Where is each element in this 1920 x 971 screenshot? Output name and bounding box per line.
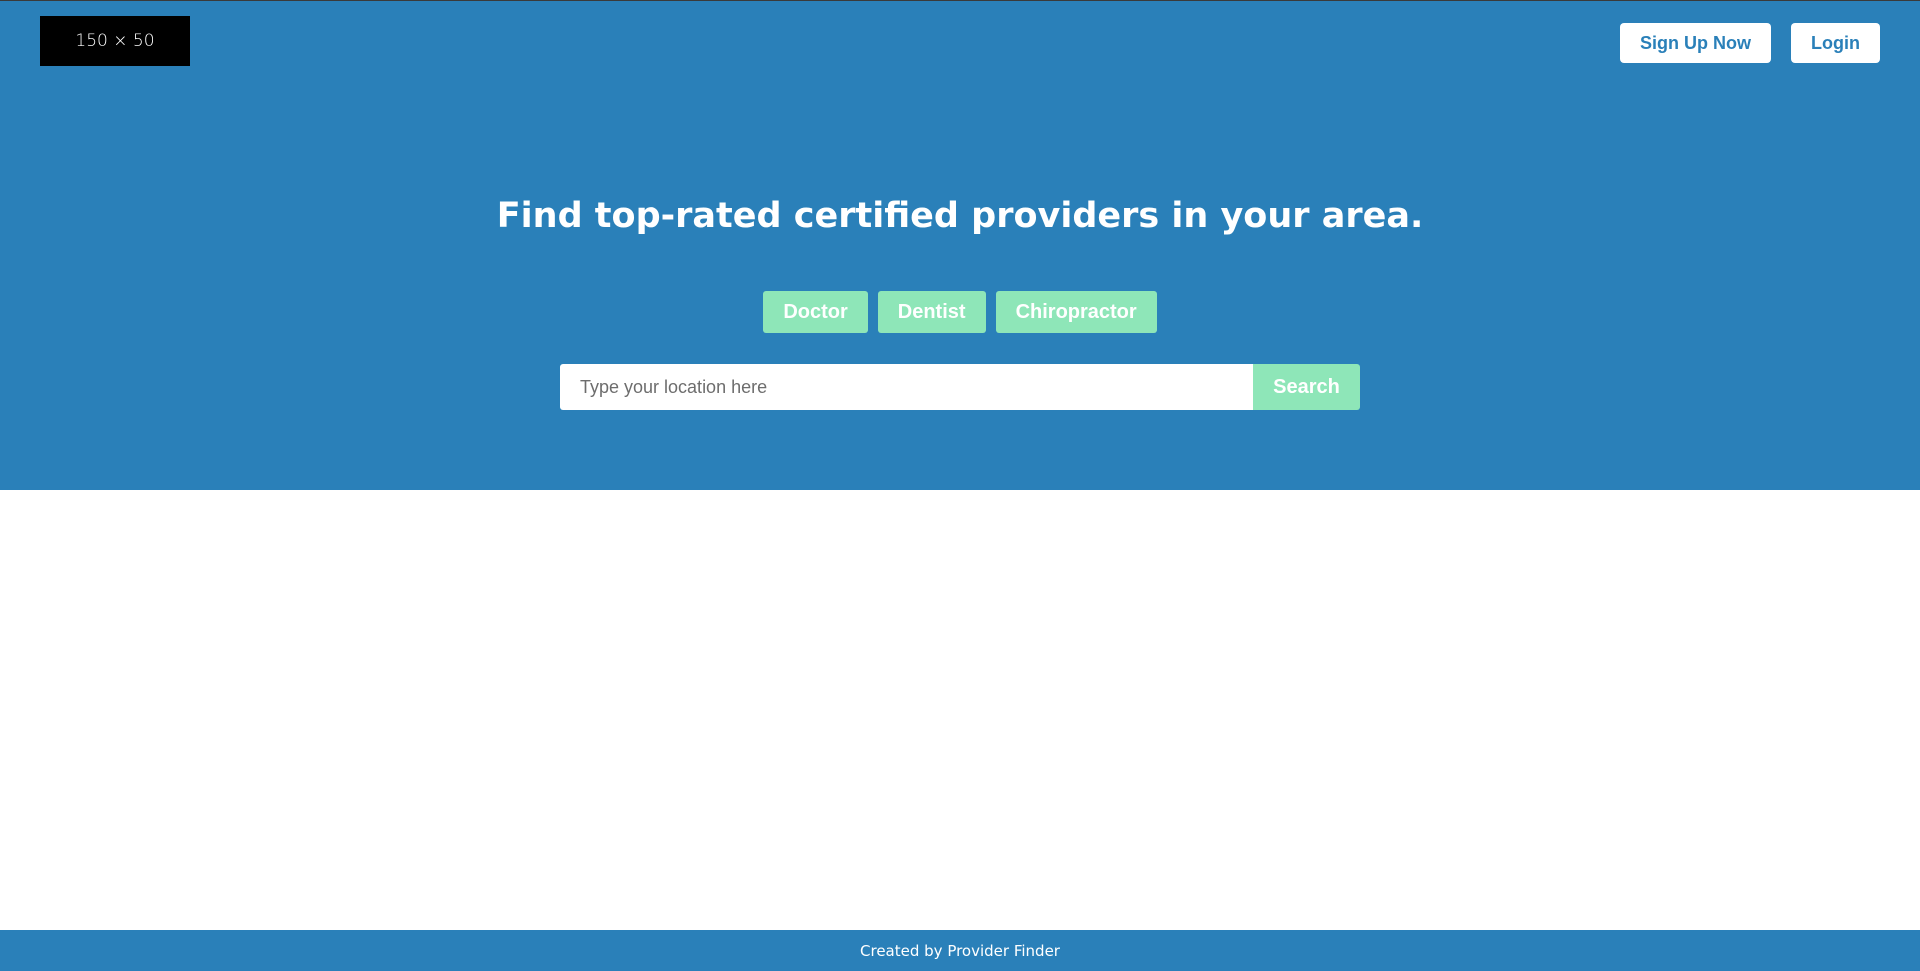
hero-section: 150 × 50 Sign Up Now Login Find top-rate… <box>0 1 1920 490</box>
search-button[interactable]: Search <box>1253 364 1360 410</box>
footer: Created by Provider Finder <box>0 930 1920 971</box>
category-chip-dentist[interactable]: Dentist <box>877 291 986 333</box>
footer-text: Created by Provider Finder <box>860 941 1060 960</box>
search-bar: Search <box>560 364 1360 410</box>
category-chip-chiropractor[interactable]: Chiropractor <box>995 291 1157 333</box>
logo-text: 150 × 50 <box>75 31 155 51</box>
category-chips: Doctor Dentist Chiropractor <box>0 291 1920 333</box>
sign-up-button[interactable]: Sign Up Now <box>1620 23 1771 63</box>
page: 150 × 50 Sign Up Now Login Find top-rate… <box>0 0 1920 971</box>
hero-headline: Find top-rated certified providers in yo… <box>496 196 1424 236</box>
category-chip-doctor[interactable]: Doctor <box>763 291 868 333</box>
login-button[interactable]: Login <box>1791 23 1880 63</box>
logo-placeholder[interactable]: 150 × 50 <box>40 16 190 66</box>
location-search-input[interactable] <box>560 364 1253 410</box>
